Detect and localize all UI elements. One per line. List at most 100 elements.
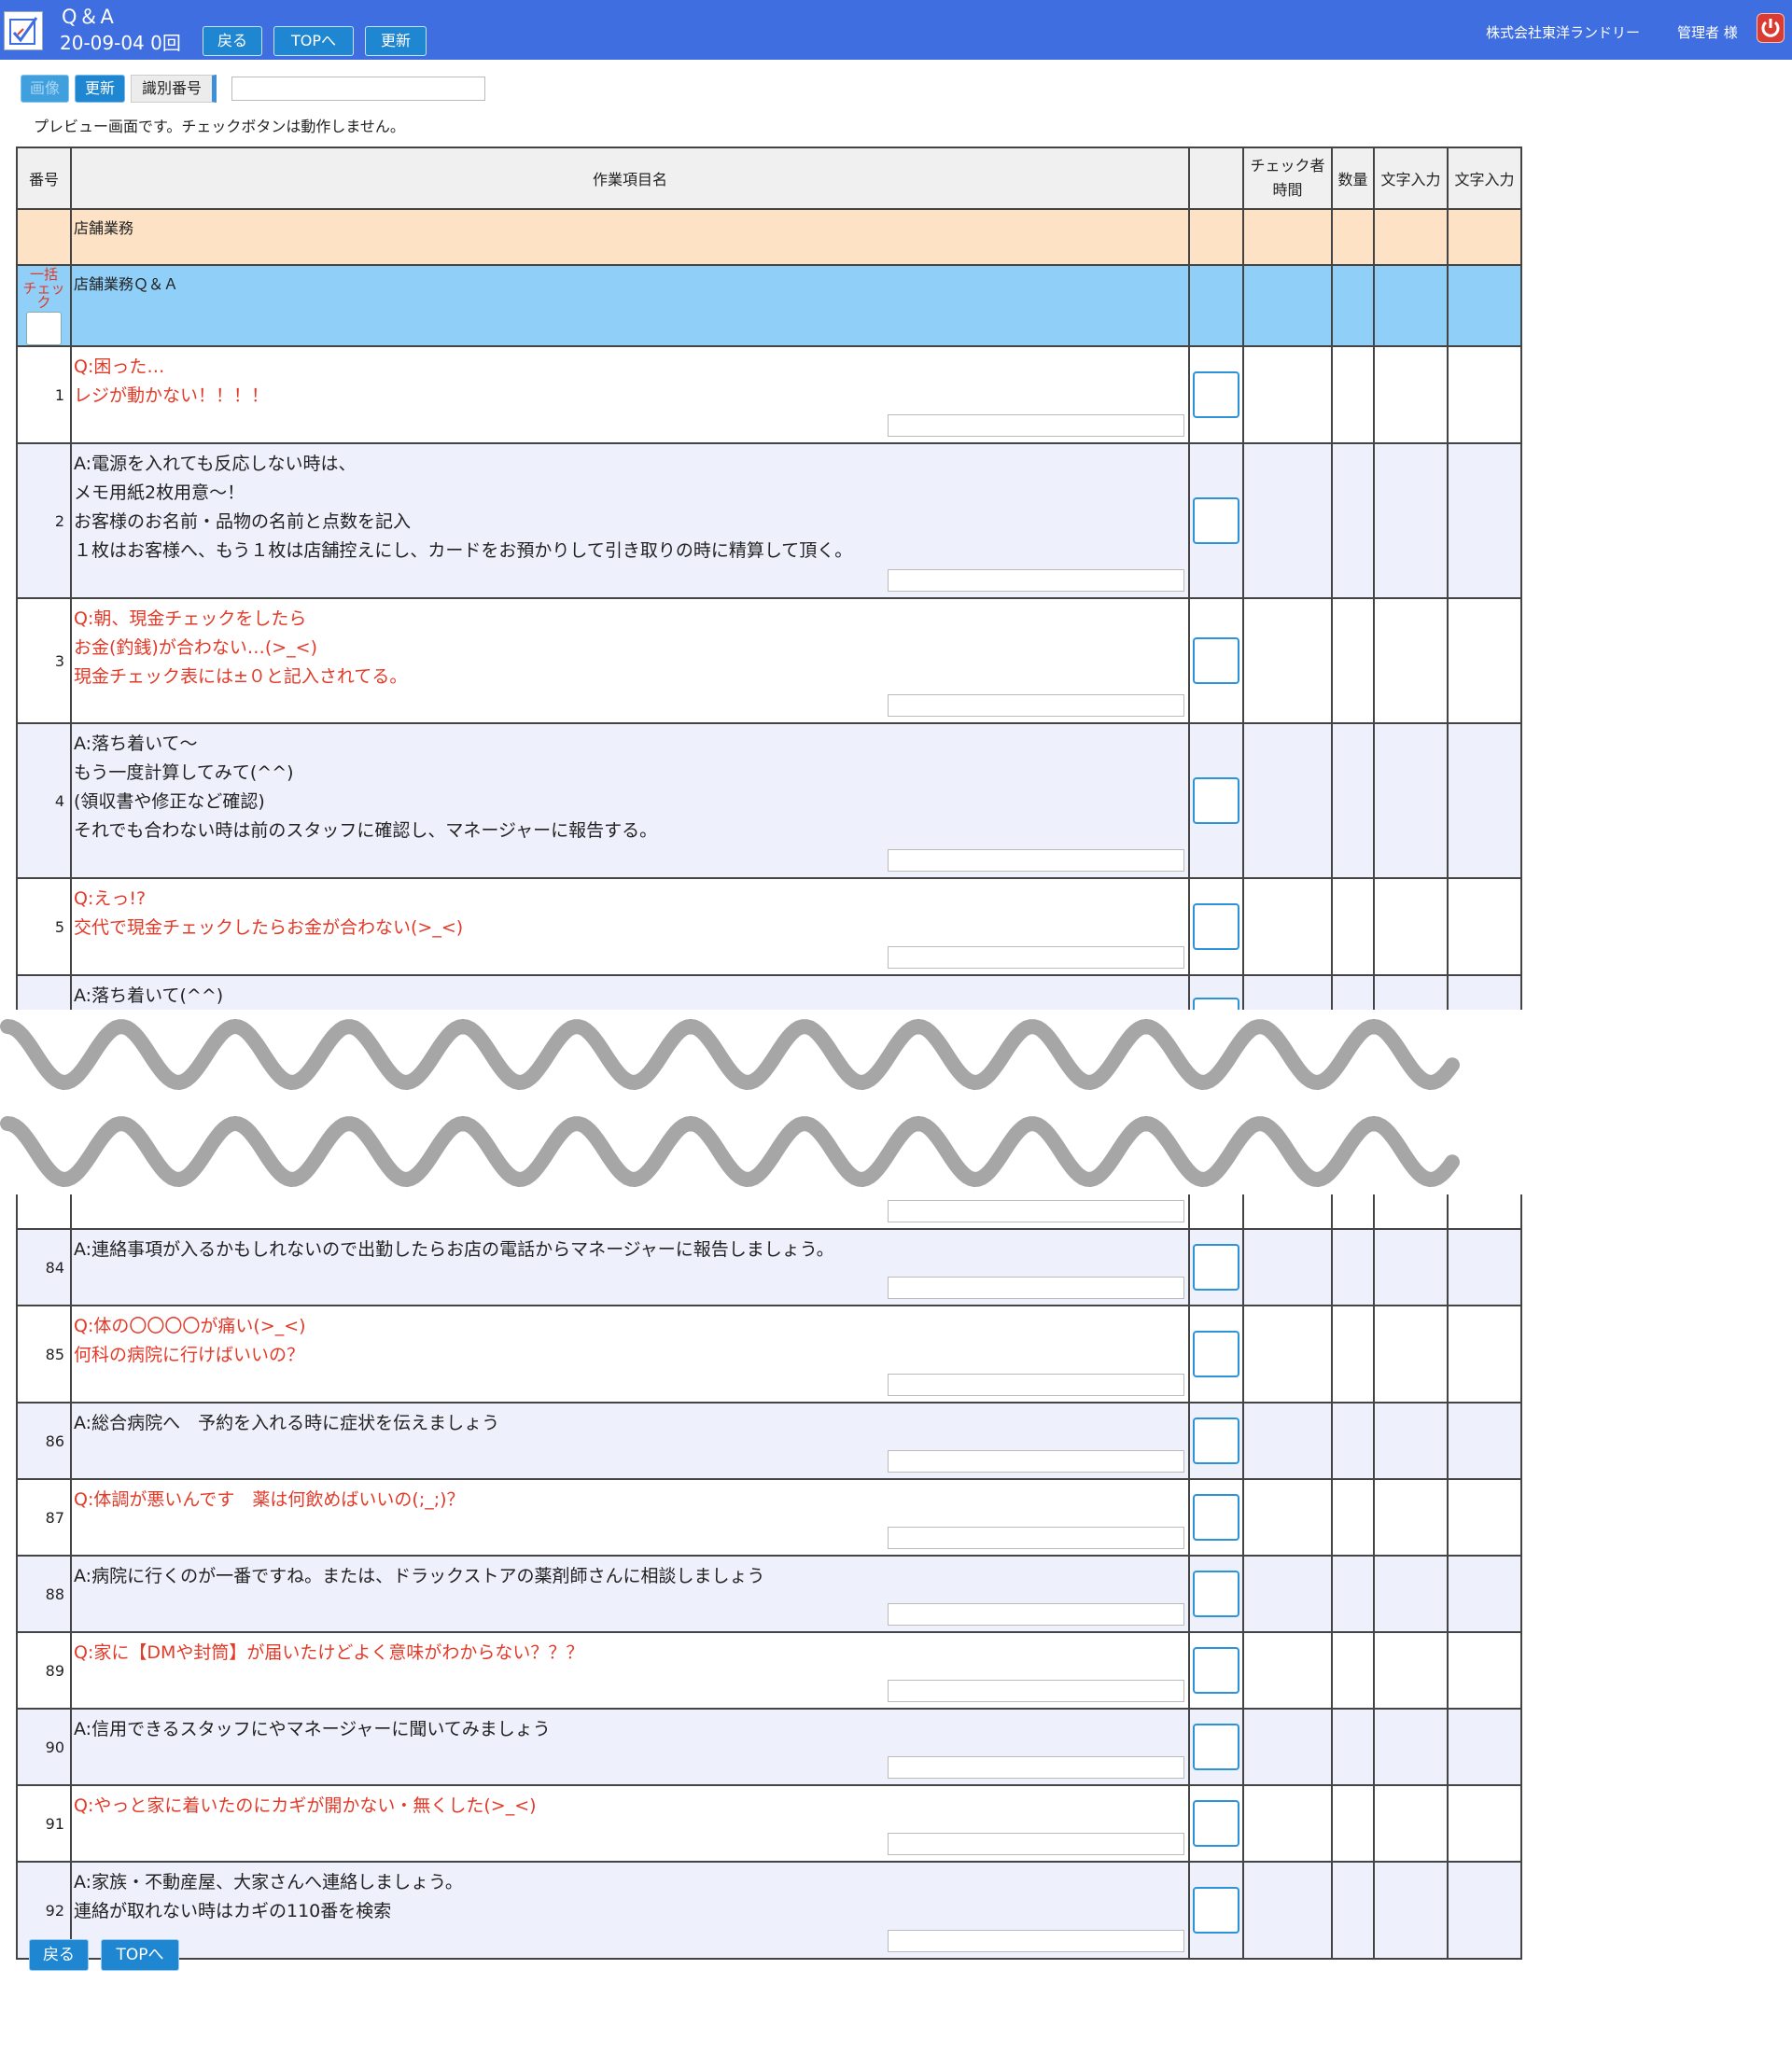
row-comment-input[interactable] xyxy=(888,694,1184,717)
row-comment-input[interactable] xyxy=(888,1527,1184,1549)
row-number: 4 xyxy=(16,722,72,879)
row-comment-input[interactable] xyxy=(888,1930,1184,1952)
row-quantity xyxy=(1331,442,1375,599)
row-comment-input[interactable] xyxy=(888,1450,1184,1473)
row-comment-input[interactable] xyxy=(888,1833,1184,1855)
page-title: Q＆A xyxy=(62,6,116,28)
row-check-button[interactable] xyxy=(1193,1244,1239,1291)
id-number-input[interactable] xyxy=(231,77,485,101)
table-row: 92 A:家族・不動産屋、大家さんへ連絡しましょう。 連絡が取れない時はカギの11… xyxy=(16,1861,1522,1960)
power-icon[interactable] xyxy=(1757,13,1785,43)
row-comment-input[interactable] xyxy=(888,946,1184,969)
row-quantity xyxy=(1331,1305,1375,1404)
row-text-input-2 xyxy=(1447,1228,1522,1306)
row-checker-time xyxy=(1242,442,1333,599)
row-check-button[interactable] xyxy=(1193,1494,1239,1541)
row-number: 87 xyxy=(16,1478,72,1557)
row-text-input-2 xyxy=(1447,1708,1522,1786)
row-text-input-2 xyxy=(1447,1784,1522,1863)
col-text-input-2: 文字入力 xyxy=(1447,147,1522,210)
row-comment-input[interactable] xyxy=(888,1277,1184,1299)
subcategory-empty xyxy=(1447,264,1522,347)
row-number: 3 xyxy=(16,597,72,724)
table-row: 3 Q:朝、現金チェックをしたら お金(釣銭)が合わない…(>_<) 現金チェック… xyxy=(16,597,1522,724)
table-row: 1 Q:困った… レジが動かない！！！！ xyxy=(16,345,1522,444)
row-check-button[interactable] xyxy=(1193,637,1239,684)
row-check-button[interactable] xyxy=(1193,1571,1239,1617)
row-text-input-2 xyxy=(1447,722,1522,879)
update-button[interactable]: 更新 xyxy=(75,75,125,103)
image-button[interactable]: 画像 xyxy=(21,75,69,103)
row-comment-input[interactable] xyxy=(888,1680,1184,1702)
company-name: 株式会社東洋ランドリー xyxy=(1486,24,1641,41)
category-empty xyxy=(1447,208,1522,266)
question-text: Q:家に【DMや封筒】が届いたけどよく意味がわからない？？？ xyxy=(74,1642,584,1663)
row-check-button[interactable] xyxy=(1193,371,1239,418)
row-comment-input[interactable] xyxy=(888,1200,1184,1222)
col-quantity: 数量 xyxy=(1331,147,1375,210)
row-comment-input[interactable] xyxy=(888,569,1184,592)
row-item-cell: A:連絡事項が入るかもしれないので出勤したらお店の電話からマネージャーに報告しま… xyxy=(70,1228,1190,1306)
row-text-input-2 xyxy=(1447,1555,1522,1633)
row-check-button[interactable] xyxy=(1193,1724,1239,1770)
checklist-table-continued: 84 A:連絡事項が入るかもしれないので出勤したらお店の電話からマネージャーに報告… xyxy=(16,1165,1522,1960)
row-comment-input[interactable] xyxy=(888,849,1184,872)
row-number: 90 xyxy=(16,1708,72,1786)
subcategory-empty xyxy=(1331,264,1375,347)
checklist-logo-icon[interactable] xyxy=(4,11,43,50)
row-text-input-1 xyxy=(1373,1631,1449,1710)
footer-back-button[interactable]: 戻る xyxy=(29,1939,89,1971)
row-check-button[interactable] xyxy=(1193,497,1239,544)
refresh-button[interactable]: 更新 xyxy=(365,26,427,56)
row-quantity xyxy=(1331,1555,1375,1633)
row-check-button[interactable] xyxy=(1193,1887,1239,1934)
row-check-button[interactable] xyxy=(1193,903,1239,950)
row-check-button[interactable] xyxy=(1193,1418,1239,1464)
row-checker-time xyxy=(1242,1555,1333,1633)
row-quantity xyxy=(1331,1631,1375,1710)
row-checker-time xyxy=(1242,1784,1333,1863)
row-check-button[interactable] xyxy=(1193,1331,1239,1377)
bulk-check-checkbox[interactable] xyxy=(26,312,62,345)
row-check-button[interactable] xyxy=(1193,1647,1239,1694)
subcategory-name: 店舗業務Ｑ＆Ａ xyxy=(70,264,1190,347)
row-quantity xyxy=(1331,597,1375,724)
row-quantity xyxy=(1331,722,1375,879)
row-check-button[interactable] xyxy=(1193,777,1239,824)
page-break-indicator xyxy=(0,1010,1792,1194)
row-checker-time xyxy=(1242,1861,1333,1960)
id-number-label: 識別番号 xyxy=(131,75,217,103)
back-button[interactable]: 戻る xyxy=(203,26,262,56)
row-text-input-1 xyxy=(1373,1708,1449,1786)
row-check-cell xyxy=(1188,345,1244,444)
row-check-cell xyxy=(1188,442,1244,599)
row-check-cell xyxy=(1188,1478,1244,1557)
row-text-input-1 xyxy=(1373,1478,1449,1557)
row-item-cell: A:病院に行くのが一番ですね。または、ドラックストアの薬剤師さんに相談しましょう xyxy=(70,1555,1190,1633)
row-number: 84 xyxy=(16,1228,72,1306)
answer-text: A:落ち着いて〜 もう一度計算してみて(^^) (領収書や修正など確認) それで… xyxy=(74,733,658,841)
row-text-input-1 xyxy=(1373,597,1449,724)
row-comment-input[interactable] xyxy=(888,1603,1184,1626)
row-comment-input[interactable] xyxy=(888,1756,1184,1779)
row-comment-input[interactable] xyxy=(888,1374,1184,1396)
table-row: 87 Q:体調が悪いんです 薬は何飲めばいいの(;_;)？ xyxy=(16,1478,1522,1557)
row-item-cell: Q:体の〇〇〇〇が痛い(>_<) 何科の病院に行けばいいの？ xyxy=(70,1305,1190,1404)
row-checker-time xyxy=(1242,1402,1333,1480)
row-comment-input[interactable] xyxy=(888,414,1184,437)
row-text-input-1 xyxy=(1373,1305,1449,1404)
row-checker-time xyxy=(1242,1631,1333,1710)
answer-text: A:家族・不動産屋、大家さんへ連絡しましょう。 連絡が取れない時はカギの110番… xyxy=(74,1872,463,1921)
row-check-cell xyxy=(1188,1555,1244,1633)
top-button[interactable]: TOPへ xyxy=(273,26,354,56)
row-number: 86 xyxy=(16,1402,72,1480)
row-number: 2 xyxy=(16,442,72,599)
row-text-input-1 xyxy=(1373,1228,1449,1306)
col-checker-label: チェック者 xyxy=(1250,157,1325,175)
table-header-row: 番号 作業項目名 チェック者 時間 数量 文字入力 文字入力 xyxy=(16,147,1522,210)
col-time-label: 時間 xyxy=(1272,181,1303,199)
row-text-input-1 xyxy=(1373,722,1449,879)
footer-top-button[interactable]: TOPへ xyxy=(101,1939,179,1971)
row-check-button[interactable] xyxy=(1193,1800,1239,1847)
row-checker-time xyxy=(1242,1228,1333,1306)
